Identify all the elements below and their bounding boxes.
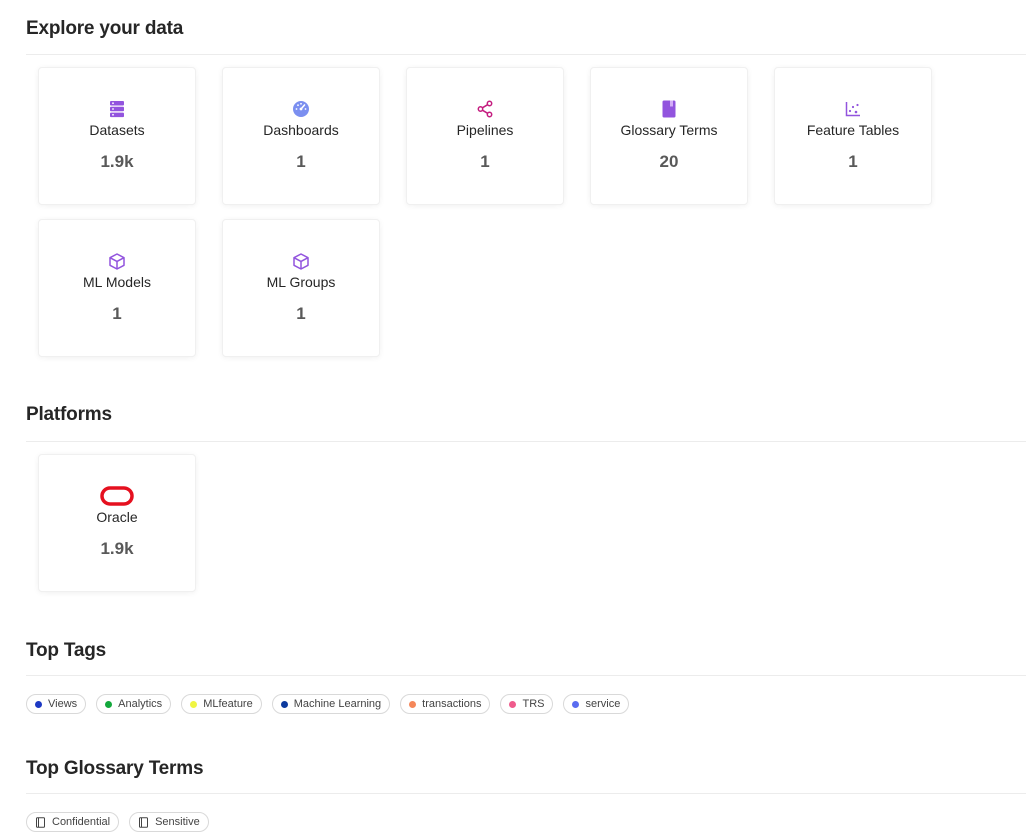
tag-label: TRS (522, 698, 545, 710)
tag-pill[interactable]: service (563, 694, 630, 714)
glossary-icon (660, 100, 678, 118)
tag-label: transactions (422, 698, 482, 710)
card-datasets[interactable]: Datasets 1.9k (38, 67, 196, 205)
card-label: Pipelines (456, 122, 514, 138)
card-count: 1.9k (100, 152, 134, 171)
tag-label: MLfeature (203, 698, 253, 710)
glossary-term-pill[interactable]: Confidential (26, 812, 120, 832)
card-count: 1 (112, 304, 122, 323)
card-label: ML Models (83, 274, 151, 290)
ml-groups-icon (292, 252, 310, 270)
card-count: 1 (296, 304, 306, 323)
tag-pill[interactable]: Analytics (96, 694, 172, 714)
top-glossary-list: Confidential Sensitive (26, 812, 209, 832)
card-ml-models[interactable]: ML Models 1 (38, 219, 196, 357)
tag-color-dot (280, 700, 288, 708)
card-count: 1.9k (100, 539, 134, 558)
tag-label: Views (48, 698, 78, 710)
pipelines-icon (476, 100, 494, 118)
card-platform-oracle[interactable]: Oracle 1.9k (38, 454, 196, 592)
tag-pill[interactable]: MLfeature (181, 694, 262, 714)
dashboards-icon (292, 100, 310, 118)
tag-pill[interactable]: transactions (400, 694, 491, 714)
card-dashboards[interactable]: Dashboards 1 (222, 67, 380, 205)
card-label: Dashboards (263, 122, 339, 138)
book-icon (35, 816, 46, 828)
tag-color-dot (409, 700, 417, 708)
datasets-icon (108, 100, 126, 118)
card-pipelines[interactable]: Pipelines 1 (406, 67, 564, 205)
feature-tables-icon (844, 100, 862, 118)
ml-models-icon (108, 252, 126, 270)
card-count: 1 (296, 152, 306, 171)
oracle-logo-icon (100, 485, 134, 507)
tag-color-dot (190, 700, 198, 708)
card-ml-groups[interactable]: ML Groups 1 (222, 219, 380, 357)
card-label: Oracle (96, 509, 138, 525)
tag-label: service (585, 698, 621, 710)
card-label: Glossary Terms (620, 122, 718, 138)
tag-pill[interactable]: Views (26, 694, 87, 714)
platforms-divider (26, 441, 1026, 442)
book-icon (138, 816, 149, 828)
top-glossary-divider (26, 793, 1026, 794)
platforms-title: Platforms (26, 404, 112, 425)
card-count: 20 (659, 152, 679, 171)
card-label: Datasets (89, 122, 145, 138)
top-tags-title: Top Tags (26, 640, 107, 661)
explore-divider (26, 54, 1026, 55)
tag-pill[interactable]: Machine Learning (271, 694, 391, 714)
tag-label: Analytics (118, 698, 163, 710)
card-count: 1 (848, 152, 858, 171)
card-count: 1 (480, 152, 490, 171)
glossary-term-label: Confidential (52, 816, 111, 828)
glossary-term-pill[interactable]: Sensitive (129, 812, 209, 832)
top-tags-divider (26, 675, 1026, 676)
tag-color-dot (35, 700, 42, 708)
top-tags-list: Views Analytics MLfeature Machine Learni… (26, 694, 630, 714)
card-glossary-terms[interactable]: Glossary Terms 20 (590, 67, 748, 205)
tag-color-dot (105, 700, 113, 708)
tag-color-dot (509, 700, 517, 708)
top-glossary-title: Top Glossary Terms (26, 758, 204, 779)
tag-label: Machine Learning (293, 698, 382, 710)
card-feature-tables[interactable]: Feature Tables 1 (774, 67, 932, 205)
tag-color-dot (572, 700, 580, 708)
card-label: Feature Tables (806, 122, 900, 138)
card-label: ML Groups (266, 274, 336, 290)
glossary-term-label: Sensitive (155, 816, 200, 828)
explore-title: Explore your data (26, 18, 184, 39)
tag-pill[interactable]: TRS (500, 694, 554, 714)
